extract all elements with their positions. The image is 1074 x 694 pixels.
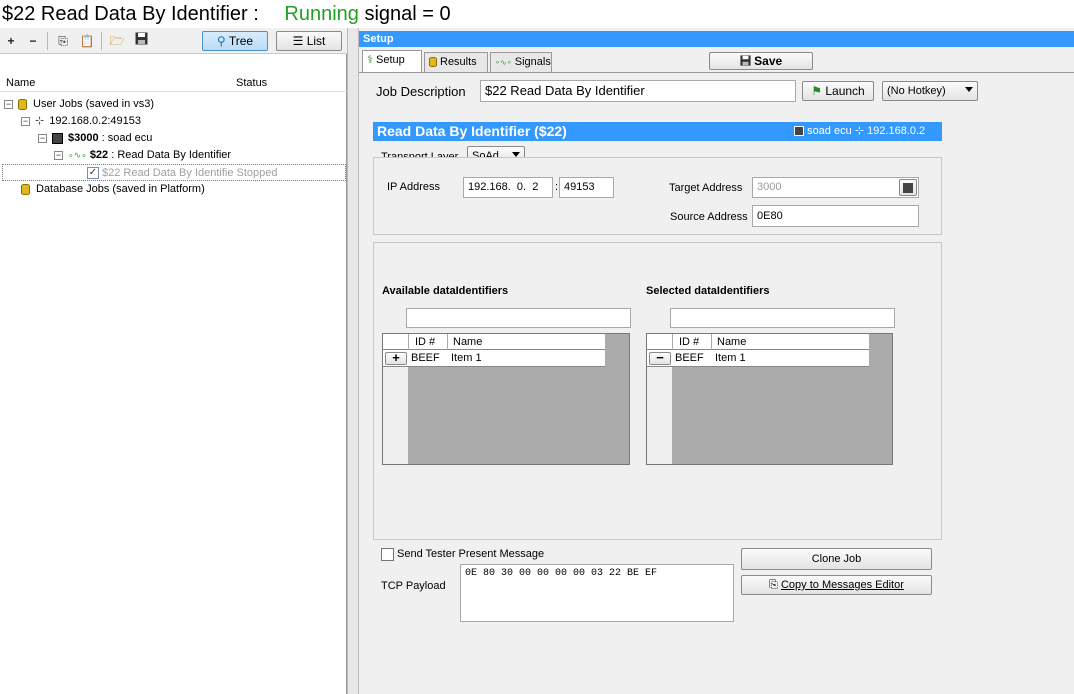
service-title: Read Data By Identifier ($22) [377,123,567,139]
tab-setup[interactable]: ⚕ Setup [362,50,422,73]
ip-address-input[interactable]: 192.168. 0. 2 [463,177,553,198]
launch-button[interactable]: ⚑ Launch [802,81,874,101]
job-status: Running [284,3,359,25]
open-folder-icon[interactable]: 🗁 [108,32,126,50]
job-description-input[interactable]: $22 Read Data By Identifier [480,80,796,102]
left-toolbar: + − ⎘ 📋 🗁 ⚲ Tree ☰ List [0,28,347,54]
column-status-header[interactable]: Status [236,77,267,89]
add-item-button[interactable]: + [385,351,407,365]
flag-icon: ⚑ [811,84,823,98]
tree-node-job-instance[interactable]: ✓ $22 Read Data By Identifie Stopped [2,164,346,181]
column-id[interactable]: ID # [679,336,699,348]
ecu-icon [52,132,63,144]
grid-header: ID # Name [647,334,869,350]
tcp-payload-textarea[interactable]: 0E 80 30 00 00 00 00 03 22 BE EF [460,564,734,622]
tree-node-ecu[interactable]: − $3000 : soad ecu [38,130,152,147]
service-target-info: soad ecu ⊹ 192.168.0.2 [794,122,925,141]
available-identifiers-label: Available dataIdentifiers [382,285,509,297]
database-icon [21,183,30,195]
copy-icon: ⎘ [769,579,778,591]
signal-icon: ∘∿∘ [68,150,87,160]
add-icon[interactable]: + [2,32,20,50]
ecu-icon [903,182,913,193]
row-name: Item 1 [451,352,482,364]
save-button[interactable]: Save [709,52,813,70]
tab-results[interactable]: Results [424,52,488,72]
service-header: Read Data By Identifier ($22) soad ecu ⊹… [373,122,942,141]
job-tree-pane: + − ⎘ 📋 🗁 ⚲ Tree ☰ List Name Status − Use… [0,28,347,694]
setup-icon: ⚕ [367,54,373,66]
signal-readout: signal = 0 [364,3,451,25]
hotkey-select[interactable]: (No Hotkey) [882,81,978,101]
tab-signals[interactable]: ∘∿∘ Signals [490,52,552,72]
selected-identifiers-grid[interactable]: ID # Name − BEEF Item 1 [646,333,893,465]
tester-present-label: Send Tester Present Message [397,548,545,560]
setup-pane: Setup ⚕ Setup Results ∘∿∘ Signals Save J… [359,28,1074,694]
ip-address-label: IP Address [387,181,440,193]
chevron-down-icon [965,87,973,92]
paste-icon[interactable]: 📋 [78,32,96,50]
ecu-icon [794,126,804,137]
tcp-payload-label: TCP Payload [381,580,446,592]
tree-node-database-jobs[interactable]: Database Jobs (saved in Platform) [21,181,205,198]
tester-present-checkbox[interactable] [381,548,394,561]
source-address-label: Source Address [670,211,748,223]
grid-header: ID # Name [383,334,605,350]
pane-splitter[interactable] [347,28,359,694]
tree-node-user-jobs[interactable]: − User Jobs (saved in vs3) [4,96,154,113]
list-view-icon: ☰ [292,34,304,48]
collapse-icon[interactable]: − [21,116,30,126]
save-icon [740,54,751,68]
available-identifiers-grid[interactable]: ID # Name + BEEF Item 1 [382,333,630,465]
collapse-icon[interactable]: − [38,133,47,143]
tree-view-icon: ⚲ [216,34,226,48]
tree-view-button[interactable]: ⚲ Tree [202,31,268,51]
row-id: BEEF [675,352,704,364]
tree-node-ip[interactable]: − ⊹ 192.168.0.2:49153 [21,113,141,130]
job-description-label: Job Description [376,84,466,99]
row-id: BEEF [411,352,440,364]
selected-identifiers-label: Selected dataIdentifiers [646,285,770,297]
network-icon: ⊹ [854,125,864,137]
source-address-input[interactable]: 0E80 [752,205,919,227]
column-name-header[interactable]: Name [6,77,35,89]
target-address-input[interactable]: 3000 [752,177,919,198]
results-icon [429,57,437,68]
port-separator: : [555,181,559,193]
target-address-picker-button[interactable] [899,179,917,196]
copy-to-messages-editor-button[interactable]: ⎘ Copy to Messages Editor [741,575,932,595]
port-input[interactable]: 49153 [559,177,614,198]
tree-header: Name Status [0,76,347,92]
table-row[interactable]: − BEEF Item 1 [647,350,869,367]
signals-icon: ∘∿∘ [495,58,512,67]
column-id[interactable]: ID # [415,336,435,348]
selected-filter-input[interactable] [670,308,895,328]
remove-item-button[interactable]: − [649,351,671,365]
row-name: Item 1 [715,352,746,364]
remove-icon[interactable]: − [24,32,42,50]
column-name[interactable]: Name [717,336,746,348]
setup-header: Setup [359,31,1074,47]
title-bar: $22 Read Data By Identifier : Running si… [0,0,1074,28]
clone-job-button[interactable]: Clone Job [741,548,932,570]
tree-node-service[interactable]: − ∘∿∘ $22 : Read Data By Identifier [54,147,231,164]
network-icon: ⊹ [35,115,45,127]
collapse-icon[interactable]: − [4,99,13,109]
available-filter-input[interactable] [406,308,631,328]
list-view-button[interactable]: ☰ List [276,31,342,51]
database-icon [18,98,27,110]
table-row[interactable]: + BEEF Item 1 [383,350,605,367]
target-address-label: Target Address [669,182,743,194]
copy-icon[interactable]: ⎘ [54,32,72,50]
job-checkbox[interactable]: ✓ [87,167,99,180]
job-title: $22 Read Data By Identifier : [2,3,259,25]
collapse-icon[interactable]: − [54,150,63,160]
save-disk-icon[interactable] [132,32,150,50]
column-name[interactable]: Name [453,336,482,348]
